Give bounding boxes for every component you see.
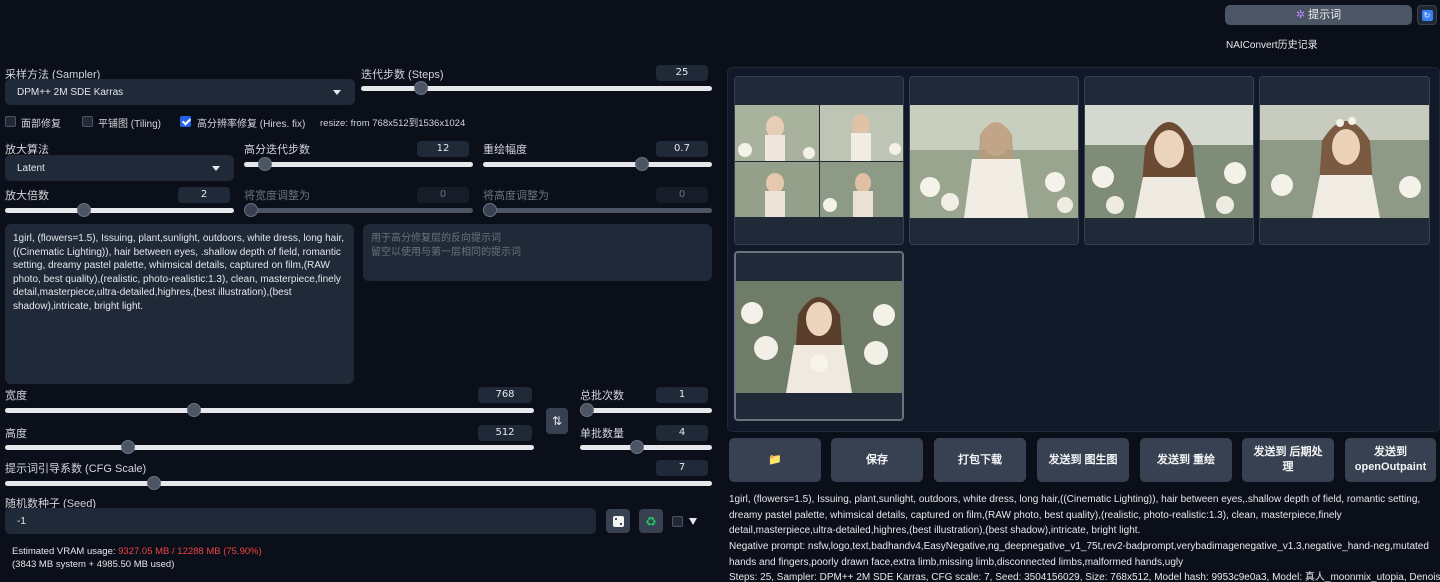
- face-restore-label: 面部修复: [21, 119, 61, 130]
- sampler-dropdown[interactable]: DPM++ 2M SDE Karras: [5, 79, 355, 105]
- resize-height-input[interactable]: 0: [656, 187, 708, 203]
- sampler-value: DPM++ 2M SDE Karras: [17, 86, 124, 98]
- save-button[interactable]: 保存: [831, 438, 923, 482]
- vram-prefix: Estimated VRAM usage:: [12, 546, 119, 557]
- cfg-slider-handle[interactable]: [147, 476, 161, 490]
- hires-prompt-textarea[interactable]: 1girl, (flowers=1.5), Issuing, plant,sun…: [5, 224, 354, 384]
- cfg-slider[interactable]: [5, 476, 712, 490]
- folder-icon: 📁: [768, 453, 782, 466]
- open-folder-button[interactable]: 📁: [729, 438, 821, 482]
- steps-input[interactable]: 25: [656, 65, 708, 81]
- batch-count-slider-handle[interactable]: [580, 403, 594, 417]
- scale-slider[interactable]: [5, 203, 234, 217]
- zip-download-button[interactable]: 打包下载: [934, 438, 1026, 482]
- refresh-icon[interactable]: ↻: [1417, 5, 1437, 25]
- batch-size-slider-handle[interactable]: [630, 440, 644, 454]
- tiling-label: 平铺图 (Tiling): [98, 119, 161, 130]
- steps-slider-handle[interactable]: [414, 81, 428, 95]
- generation-info-negative: Negative prompt: nsfw,logo,text,badhandv…: [729, 541, 1429, 568]
- seed-input[interactable]: -1: [5, 508, 596, 534]
- chevron-down-icon: [333, 90, 341, 95]
- recycle-icon: ♻: [645, 513, 657, 529]
- cfg-label: 提示词引导系数 (CFG Scale): [5, 463, 147, 475]
- upscaler-value: Latent: [17, 162, 45, 174]
- denoise-label: 重绘幅度: [483, 144, 527, 156]
- upscaler-dropdown[interactable]: Latent: [5, 155, 234, 181]
- resize-width-slider[interactable]: [244, 203, 473, 217]
- image-2: [1085, 77, 1253, 244]
- swap-icon: ⇅: [551, 414, 563, 428]
- scale-label: 放大倍数: [5, 190, 49, 202]
- gallery-thumb-2[interactable]: [1084, 76, 1254, 245]
- image-3: [1260, 77, 1429, 244]
- steps-slider[interactable]: [361, 81, 712, 95]
- swap-dimensions-button[interactable]: ⇅: [546, 408, 568, 434]
- vram-usage-value: 9327.05 MB / 12288 MB (75.90%): [118, 546, 262, 557]
- steps-label: 迭代步数 (Steps): [361, 69, 444, 81]
- width-slider-handle[interactable]: [187, 403, 201, 417]
- prompt-button-label: 提示词: [1308, 8, 1342, 21]
- width-label: 宽度: [5, 390, 27, 402]
- batch-count-slider[interactable]: [580, 403, 712, 417]
- hires-steps-input[interactable]: 12: [417, 141, 469, 157]
- batch-count-input[interactable]: 1: [656, 387, 708, 403]
- width-slider[interactable]: [5, 403, 534, 417]
- height-input[interactable]: 512: [478, 425, 532, 441]
- hires-steps-label: 高分迭代步数: [244, 144, 310, 156]
- vram-detail: (3843 MB system + 4985.50 MB used): [12, 559, 175, 570]
- resize-width-label: 将宽度调整为: [244, 190, 310, 202]
- face-restore-checkbox[interactable]: [5, 116, 16, 127]
- image-4: [736, 253, 902, 419]
- denoise-input[interactable]: 0.7: [656, 141, 708, 157]
- width-input[interactable]: 768: [478, 387, 532, 403]
- hires-fix-label: 高分辨率修复 (Hires. fix): [197, 119, 306, 130]
- nai-convert-label[interactable]: NAIConvert历史记录: [1226, 36, 1318, 51]
- gallery-thumb-1[interactable]: [909, 76, 1079, 245]
- cfg-input[interactable]: 7: [656, 460, 708, 476]
- scale-input[interactable]: 2: [178, 187, 230, 203]
- prompt-button[interactable]: ✲ 提示词: [1225, 5, 1412, 25]
- seed-value: -1: [17, 515, 26, 527]
- random-seed-button[interactable]: [606, 509, 630, 533]
- scale-slider-handle[interactable]: [77, 203, 91, 217]
- tiling-checkbox[interactable]: [82, 116, 93, 127]
- generation-info-prompt: 1girl, (flowers=1.5), Issuing, plant,sun…: [729, 494, 1421, 536]
- height-slider-handle[interactable]: [121, 440, 135, 454]
- gallery-thumb-4-selected[interactable]: [734, 251, 904, 421]
- image-1: [910, 77, 1078, 244]
- dice-icon: [612, 515, 624, 527]
- send-to-img2img-button[interactable]: 发送到 图生图: [1037, 438, 1129, 482]
- hires-negative-textarea[interactable]: 用于高分修复层的反向提示词 留空以使用与第一层相同的提示词: [363, 224, 712, 281]
- gallery-thumb-grid[interactable]: [734, 76, 904, 245]
- extra-seed-checkbox[interactable]: [672, 516, 683, 527]
- vram-usage: Estimated VRAM usage: 9327.05 MB / 12288…: [12, 546, 262, 557]
- denoise-slider-handle[interactable]: [635, 157, 649, 171]
- hires-steps-slider[interactable]: [244, 157, 473, 171]
- batch-size-label: 单批数量: [580, 428, 624, 440]
- expand-triangle-icon[interactable]: [689, 518, 697, 525]
- batch-size-slider[interactable]: [580, 440, 712, 454]
- send-to-inpaint-button[interactable]: 发送到 重绘: [1140, 438, 1232, 482]
- resize-width-slider-handle[interactable]: [244, 203, 258, 217]
- gallery-thumb-3[interactable]: [1259, 76, 1430, 245]
- height-label: 高度: [5, 428, 27, 440]
- hires-fix-checkbox[interactable]: [180, 116, 191, 127]
- send-to-extras-button[interactable]: 发送到 后期处理: [1242, 438, 1334, 482]
- resize-height-slider[interactable]: [483, 203, 712, 217]
- resize-height-slider-handle[interactable]: [483, 203, 497, 217]
- resize-height-label: 将高度调整为: [483, 190, 549, 202]
- generation-info-params: Steps: 25, Sampler: DPM++ 2M SDE Karras,…: [729, 572, 1440, 582]
- resize-width-input[interactable]: 0: [417, 187, 469, 203]
- prompt-icon: ✲: [1295, 8, 1306, 21]
- grid-image: [735, 77, 903, 244]
- height-slider[interactable]: [5, 440, 534, 454]
- batch-count-label: 总批次数: [580, 390, 624, 402]
- chevron-down-icon: [212, 166, 220, 171]
- reuse-seed-button[interactable]: ♻: [639, 509, 663, 533]
- denoise-slider[interactable]: [483, 157, 712, 171]
- hires-steps-slider-handle[interactable]: [258, 157, 272, 171]
- resize-info: resize: from 768x512到1536x1024: [320, 118, 466, 129]
- batch-size-input[interactable]: 4: [656, 425, 708, 441]
- send-to-outpaint-button[interactable]: 发送到 openOutpaint: [1345, 438, 1436, 482]
